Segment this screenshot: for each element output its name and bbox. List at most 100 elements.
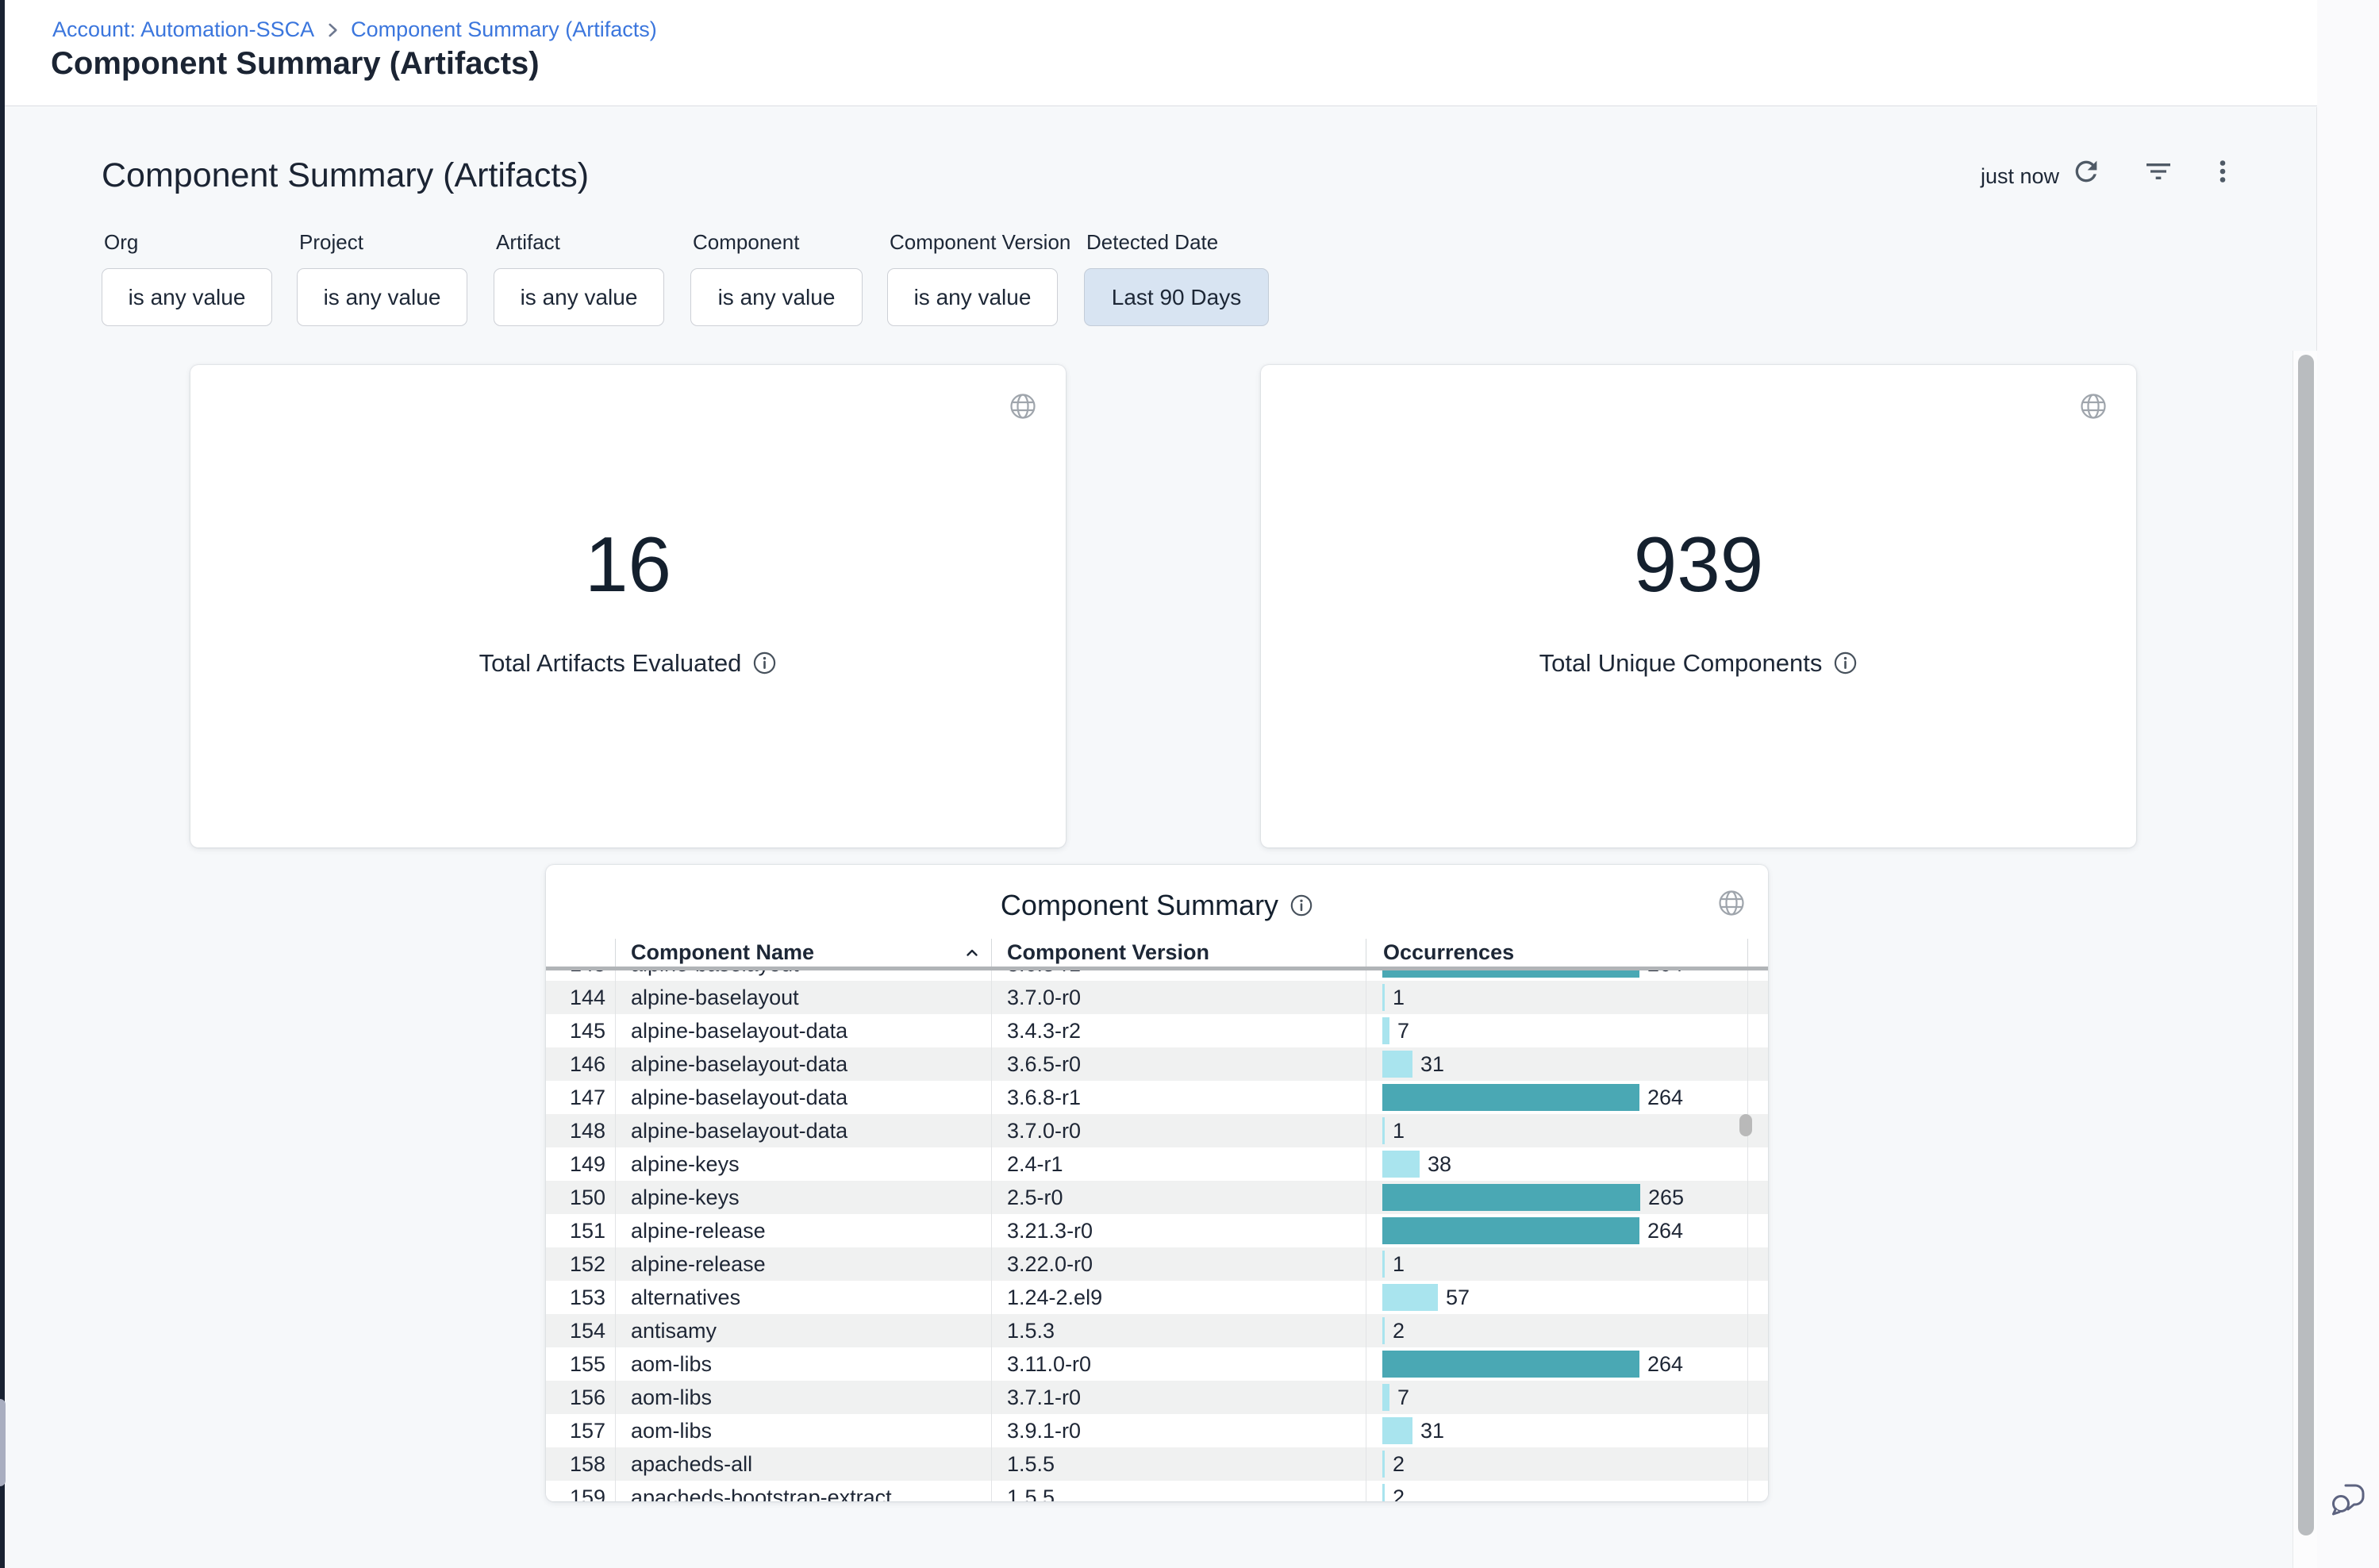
row-index-cell: 158 [546,1447,616,1481]
info-icon[interactable] [1833,651,1858,675]
breadcrumb-account-link[interactable]: Account: Automation-SSCA [52,17,314,42]
occurrences-cell: 1 [1366,1114,1748,1147]
occurrence-bar [1382,1184,1640,1211]
component-version-cell: 3.7.1-r0 [992,1381,1366,1414]
component-version-cell: 1.5.3 [992,1314,1366,1347]
filter-label: Component Version [887,230,1070,255]
component-name-cell: alpine-baselayout-data [616,1114,992,1147]
row-gutter [1748,1381,1768,1414]
occurrences-cell: 7 [1366,1014,1748,1047]
component-name-cell: alpine-baselayout-data [616,1014,992,1047]
table-row: 144alpine-baselayout3.7.0-r01 [546,981,1768,1014]
row-index-cell: 150 [546,1181,616,1214]
filter-org-value-button[interactable]: is any value [102,268,272,326]
info-icon[interactable] [1289,894,1313,917]
column-header-component-name[interactable]: Component Name [616,939,992,967]
chat-support-icon[interactable] [2328,1478,2369,1519]
row-index-cell: 145 [546,1014,616,1047]
table-row: 151alpine-release3.21.3-r0264 [546,1214,1768,1247]
component-name-cell: alpine-baselayout-data [616,1047,992,1081]
filter-detected-date: Detected Date Last 90 Days [1084,230,1269,326]
table-row: 157aom-libs3.9.1-r031 [546,1414,1768,1447]
occurrence-bar [1382,1284,1438,1311]
nav-rail-scroll-thumb[interactable] [0,1399,6,1486]
row-gutter [1748,1247,1768,1281]
row-index-cell: 156 [546,1381,616,1414]
filter-org: Org is any value [102,230,272,326]
filter-project-value-button[interactable]: is any value [297,268,467,326]
row-index-cell: 146 [546,1047,616,1081]
table-rows: 143alpine-baselayout3.6.8-r1264144alpine… [546,967,1768,1501]
kebab-menu-icon [2208,157,2237,186]
component-version-cell: 3.7.0-r0 [992,1114,1366,1147]
globe-icon[interactable] [1009,392,1037,421]
column-header-occurrences[interactable]: Occurrences [1366,939,1748,967]
occurrence-value: 264 [1647,1086,1683,1110]
occurrence-bar [1382,1317,1385,1344]
row-index-cell: 149 [546,1147,616,1181]
component-version-cell: 3.11.0-r0 [992,1347,1366,1381]
page-scrollbar-thumb[interactable] [2298,355,2314,1535]
occurrences-cell: 57 [1366,1281,1748,1314]
filter-component-value-button[interactable]: is any value [690,268,863,326]
occurrences-cell: 31 [1366,1047,1748,1081]
row-gutter [1748,1314,1768,1347]
component-version-cell: 3.7.0-r0 [992,981,1366,1014]
table-header-divider [546,967,1768,970]
table-body-viewport[interactable]: 143alpine-baselayout3.6.8-r1264144alpine… [546,967,1768,1501]
dashboard-title: Component Summary (Artifacts) [102,156,589,195]
table-row: 150alpine-keys2.5-r0265 [546,1181,1768,1214]
component-version-cell: 3.6.8-r1 [992,1081,1366,1114]
occurrence-value: 264 [1647,1219,1683,1243]
occurrence-bar [1382,1217,1639,1244]
occurrences-cell: 31 [1366,1414,1748,1447]
filter-label: Detected Date [1084,230,1269,255]
filter-icon [2143,156,2174,187]
component-version-cell: 2.5-r0 [992,1181,1366,1214]
occurrence-value: 7 [1397,1019,1409,1043]
component-name-cell: apacheds-bootstrap-extract [616,1481,992,1501]
occurrence-value: 38 [1428,1152,1451,1177]
total-unique-components-label: Total Unique Components [1539,649,1823,678]
component-name-cell: antisamy [616,1314,992,1347]
component-name-cell: alpine-baselayout [616,981,992,1014]
refresh-icon [2070,156,2102,187]
component-version-cell: 1.5.5 [992,1447,1366,1481]
filter-artifact-value-button[interactable]: is any value [494,268,664,326]
filter-component-version-value-button[interactable]: is any value [887,268,1058,326]
table-row: 153alternatives1.24-2.el957 [546,1281,1768,1314]
filter-value: is any value [718,285,836,310]
breadcrumb-page-link[interactable]: Component Summary (Artifacts) [351,17,657,42]
column-header-label: Component Name [616,940,814,965]
dashboard-filters-button[interactable] [2141,154,2176,189]
table-scrollbar-thumb[interactable] [1739,1114,1752,1136]
filter-value: is any value [521,285,638,310]
page-scrollbar-track[interactable] [2293,351,2317,1568]
info-icon[interactable] [752,651,777,675]
collapsed-nav-rail[interactable] [0,0,5,1568]
occurrences-cell: 2 [1366,1314,1748,1347]
table-header-gutter [1748,939,1768,967]
total-artifacts-value: 16 [585,522,671,608]
table-row: 146alpine-baselayout-data3.6.5-r031 [546,1047,1768,1081]
occurrence-bar [1382,1117,1385,1144]
dashboard-actions-menu-button[interactable] [2205,154,2240,189]
filter-value: is any value [914,285,1032,310]
dashboard-panel: Component Summary (Artifacts) just now O… [5,107,2317,1568]
component-name-cell: apacheds-all [616,1447,992,1481]
row-gutter [1748,1414,1768,1447]
row-number-column-header [546,939,616,967]
filter-detected-date-value-button[interactable]: Last 90 Days [1084,268,1269,326]
refresh-button[interactable] [2069,154,2104,189]
row-index-cell: 155 [546,1347,616,1381]
globe-icon[interactable] [2079,392,2108,421]
column-header-component-version[interactable]: Component Version [992,939,1366,967]
table-row: 156aom-libs3.7.1-r07 [546,1381,1768,1414]
row-gutter [1748,1281,1768,1314]
table-row: 154antisamy1.5.32 [546,1314,1768,1347]
total-artifacts-card: 16 Total Artifacts Evaluated [190,365,1066,847]
component-version-cell: 3.21.3-r0 [992,1214,1366,1247]
row-gutter [1748,1181,1768,1214]
row-index-cell: 159 [546,1481,616,1501]
occurrences-cell: 264 [1366,1347,1748,1381]
